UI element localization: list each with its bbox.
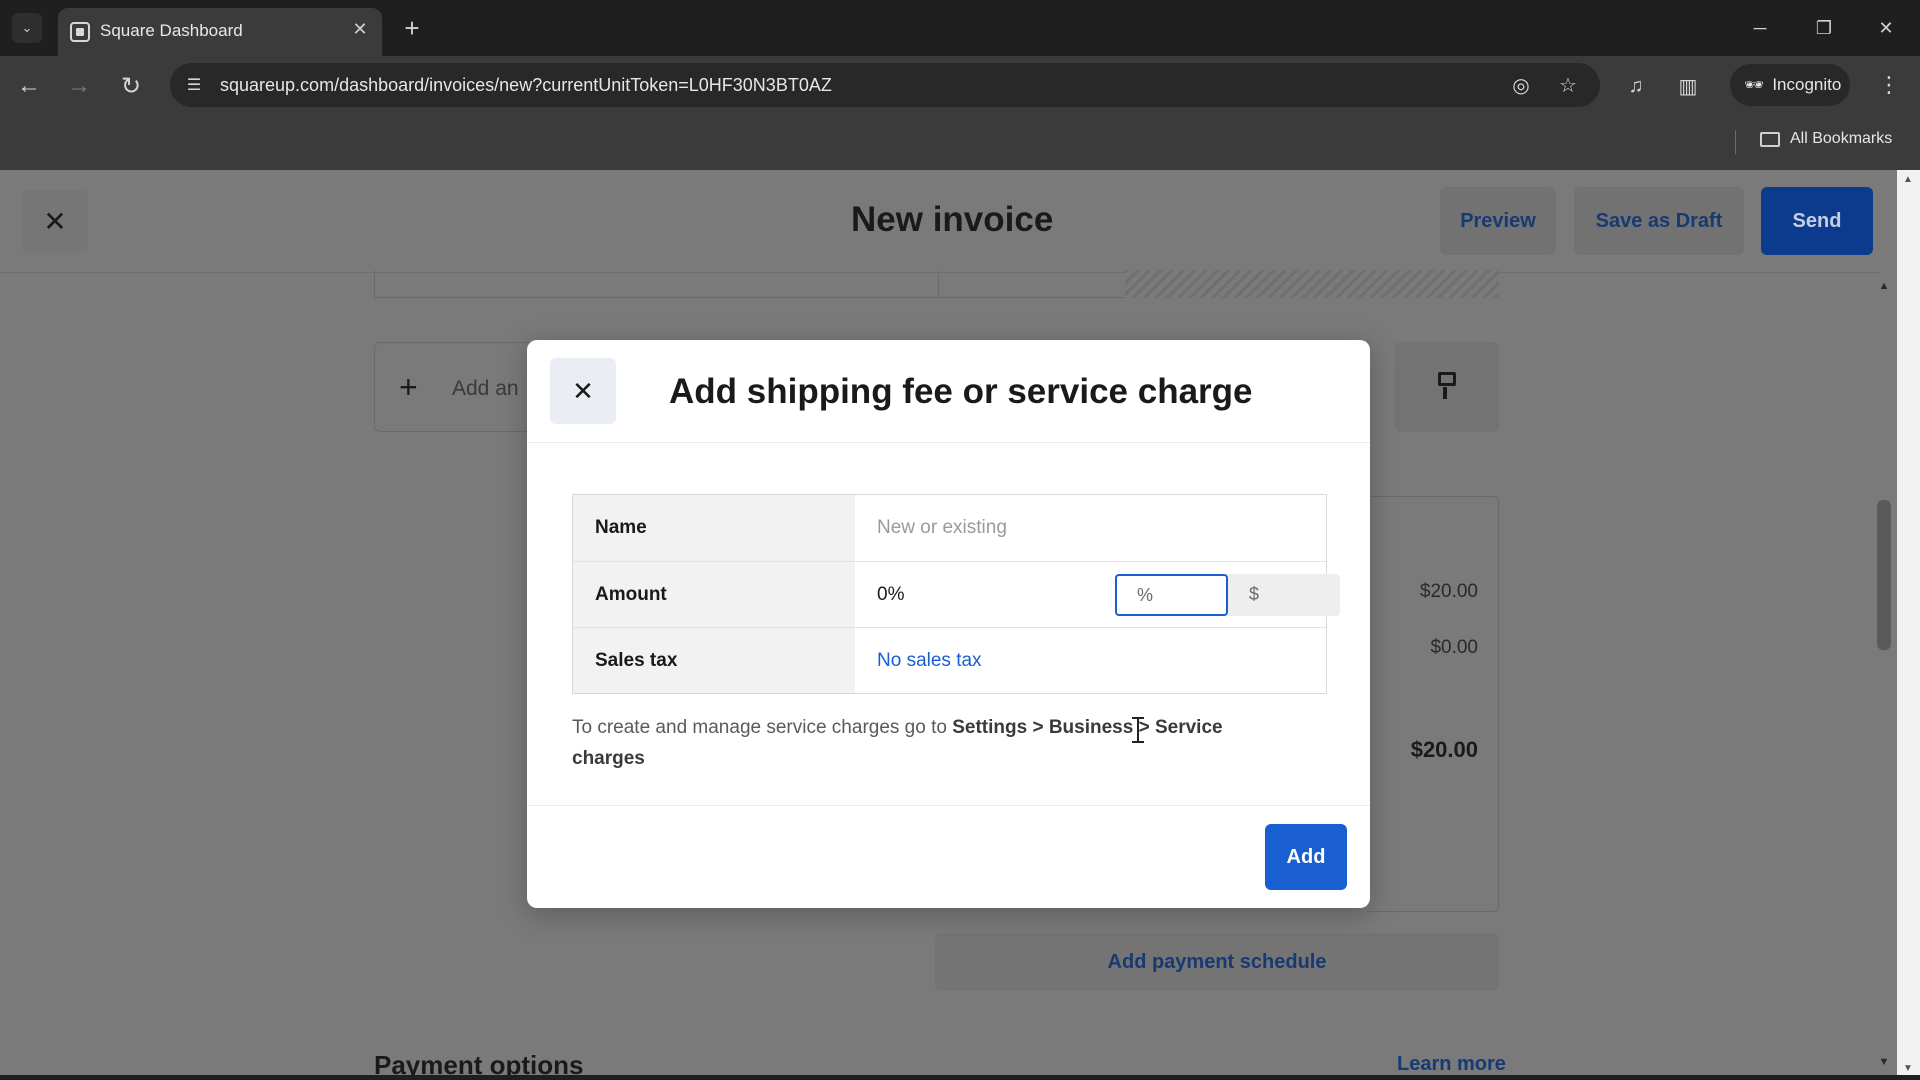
eye-off-icon[interactable]: ◎ bbox=[1506, 71, 1536, 99]
window-scroll-down-icon[interactable]: ▼ bbox=[1903, 1063, 1913, 1074]
square-favicon-icon bbox=[70, 22, 90, 42]
modal-header-divider bbox=[527, 442, 1370, 443]
scrollbar-thumb[interactable] bbox=[1877, 500, 1891, 650]
forward-arrow-icon[interactable]: → bbox=[62, 69, 96, 103]
browser-tab[interactable]: Square Dashboard ✕ bbox=[58, 8, 382, 56]
bottom-strip bbox=[0, 1075, 1920, 1080]
customize-button[interactable] bbox=[1395, 342, 1499, 432]
bookmarks-bar: All Bookmarks bbox=[0, 114, 1920, 170]
star-icon[interactable]: ☆ bbox=[1553, 71, 1583, 99]
percent-option[interactable]: % bbox=[1115, 574, 1228, 616]
paint-brush-icon bbox=[1438, 372, 1456, 399]
send-button[interactable]: Send bbox=[1761, 187, 1873, 255]
tab-search-chevron-icon[interactable]: ⌄ bbox=[12, 13, 42, 43]
sales-tax-link[interactable]: No sales tax bbox=[855, 628, 1326, 693]
scroll-down-icon[interactable]: ▼ bbox=[1877, 1056, 1891, 1070]
line-item-row bbox=[374, 270, 1499, 298]
restore-icon[interactable]: ❐ bbox=[1804, 10, 1844, 46]
save-as-draft-button[interactable]: Save as Draft bbox=[1574, 187, 1744, 255]
incognito-indicator[interactable]: 🕶 Incognito bbox=[1730, 64, 1850, 106]
modal-close-icon[interactable]: ✕ bbox=[550, 358, 616, 424]
site-info-icon[interactable]: ☰ bbox=[180, 71, 208, 99]
bookmarks-separator bbox=[1735, 130, 1736, 154]
sales-tax-label: Sales tax bbox=[573, 628, 855, 693]
url-text[interactable]: squareup.com/dashboard/invoices/new?curr… bbox=[220, 75, 832, 96]
page-scrollbar[interactable]: ▲ ▼ bbox=[1873, 170, 1895, 1080]
media-controls-icon[interactable]: ♫ bbox=[1620, 70, 1652, 102]
column-divider bbox=[938, 270, 939, 298]
tab-title: Square Dashboard bbox=[100, 21, 243, 40]
help-text-prefix: To create and manage service charges go … bbox=[572, 717, 953, 738]
sales-tax-row: Sales tax No sales tax bbox=[573, 627, 1326, 693]
tab-close-icon[interactable]: ✕ bbox=[348, 17, 372, 41]
amount-row: Amount 0% % $ bbox=[573, 561, 1340, 627]
browser-menu-icon[interactable]: ⋮ bbox=[1876, 70, 1902, 100]
amount-unit-toggle: % $ bbox=[1115, 574, 1340, 616]
scroll-up-icon[interactable]: ▲ bbox=[1877, 280, 1891, 294]
learn-more-link[interactable]: Learn more bbox=[1397, 1053, 1506, 1076]
back-arrow-icon[interactable]: ← bbox=[12, 69, 46, 103]
total-value: $20.00 bbox=[1410, 737, 1478, 762]
modal-title: Add shipping fee or service charge bbox=[669, 372, 1253, 411]
minimize-icon[interactable]: ─ bbox=[1740, 10, 1780, 46]
window-close-icon[interactable]: ✕ bbox=[1866, 10, 1906, 46]
reload-icon[interactable]: ↻ bbox=[114, 69, 148, 103]
amount-label: Amount bbox=[573, 562, 855, 627]
browser-tab-bar: ⌄ Square Dashboard ✕ + ─ ❐ ✕ bbox=[0, 0, 1920, 56]
text-cursor-icon bbox=[1132, 717, 1144, 743]
all-bookmarks-button[interactable]: All Bookmarks bbox=[1760, 130, 1892, 148]
side-panel-icon[interactable]: ▥ bbox=[1672, 70, 1704, 102]
preview-button[interactable]: Preview bbox=[1440, 187, 1556, 255]
incognito-icon: 🕶 bbox=[1744, 77, 1765, 94]
tax-value: $0.00 bbox=[1430, 637, 1478, 658]
window-scrollbar[interactable]: ▲ ▼ bbox=[1897, 170, 1920, 1080]
dollar-option[interactable]: $ bbox=[1249, 584, 1259, 605]
name-input[interactable]: New or existing bbox=[855, 495, 1326, 561]
name-label: Name bbox=[573, 495, 855, 561]
folder-icon bbox=[1760, 131, 1780, 147]
modal-footer-divider bbox=[527, 805, 1370, 806]
help-text: To create and manage service charges go … bbox=[572, 712, 1292, 774]
service-charge-modal: ✕ Add shipping fee or service charge Nam… bbox=[527, 340, 1370, 908]
incognito-label: Incognito bbox=[1772, 75, 1842, 94]
page-close-icon[interactable]: ✕ bbox=[22, 190, 88, 252]
new-tab-plus-icon[interactable]: + bbox=[396, 12, 428, 44]
browser-toolbar: ← → ↻ ☰ squareup.com/dashboard/invoices/… bbox=[0, 56, 1920, 114]
name-row: Name New or existing bbox=[573, 495, 1326, 561]
address-bar[interactable]: ☰ squareup.com/dashboard/invoices/new?cu… bbox=[170, 63, 1600, 107]
add-button[interactable]: Add bbox=[1265, 824, 1347, 890]
service-charge-form: Name New or existing Amount 0% % $ Sales… bbox=[572, 494, 1340, 694]
invoice-summary: $20.00 $0.00 $20.00 bbox=[1367, 496, 1499, 912]
hatched-cell bbox=[1125, 270, 1499, 298]
window-scroll-up-icon[interactable]: ▲ bbox=[1903, 174, 1913, 185]
subtotal-value: $20.00 bbox=[1419, 581, 1478, 602]
add-item-button[interactable]: + Add an bbox=[374, 342, 534, 432]
plus-icon: + bbox=[399, 369, 418, 405]
add-item-label: Add an bbox=[452, 377, 519, 400]
add-payment-schedule-button[interactable]: Add payment schedule bbox=[935, 933, 1499, 991]
all-bookmarks-label: All Bookmarks bbox=[1790, 130, 1893, 147]
page-title: New invoice bbox=[851, 200, 1054, 239]
